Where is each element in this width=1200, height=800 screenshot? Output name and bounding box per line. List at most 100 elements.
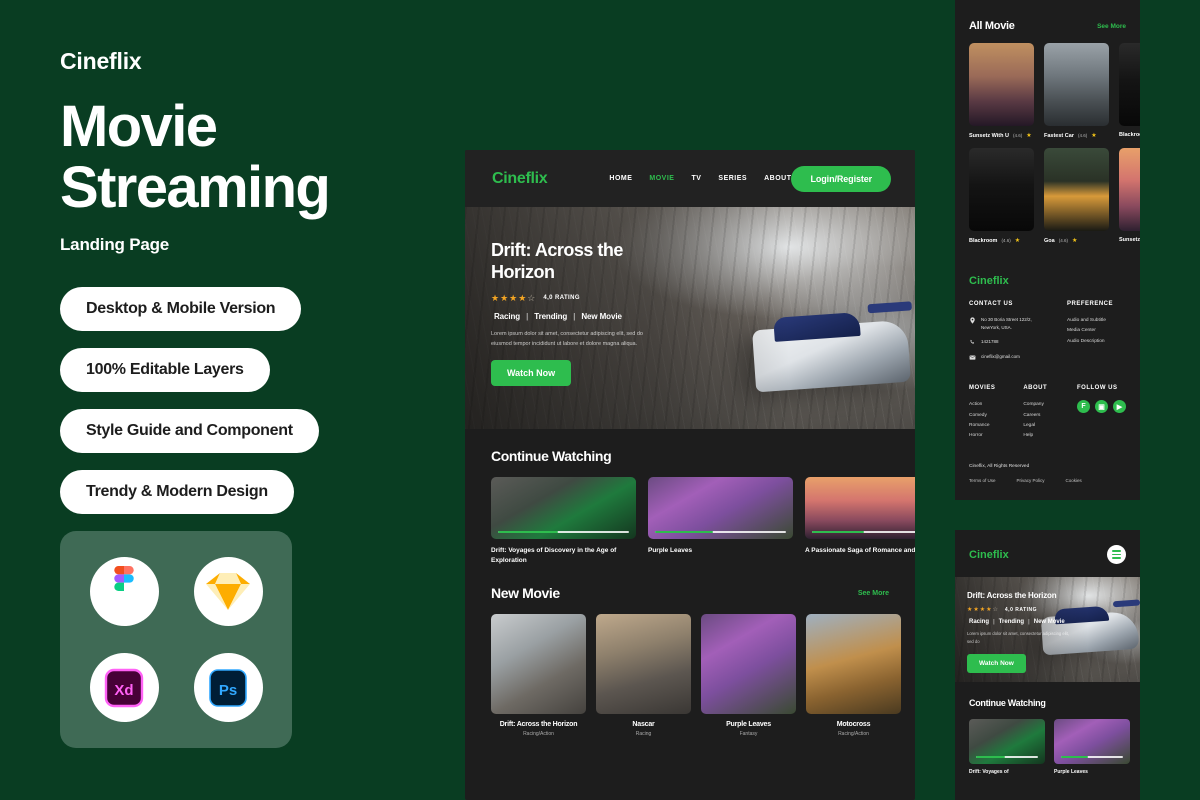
promo-brand: Cineflix — [60, 48, 142, 74]
facebook-icon[interactable]: F — [1077, 400, 1090, 414]
list-item[interactable]: Purple Leaves — [1054, 719, 1130, 777]
page-title: Movie Streaming — [60, 96, 460, 219]
progress-bar — [812, 531, 915, 533]
see-more-link[interactable]: See More — [858, 590, 889, 597]
mobile-logo[interactable]: Cineflix — [969, 549, 1009, 561]
new-movie-header: New Movie See More — [491, 585, 889, 601]
footer-link-columns: MOVIES Action Comedy Romance Horror ABOU… — [969, 385, 1126, 441]
movies-column: MOVIES Action Comedy Romance Horror — [969, 385, 995, 441]
watch-now-button[interactable]: Watch Now — [491, 360, 572, 387]
rating-value: 4,0 RATING — [1004, 606, 1038, 613]
about-column: ABOUT Company Careers Legal Help — [1023, 385, 1049, 441]
hero-description: Lorem ipsum dolor sit amet, consectetur … — [491, 330, 643, 348]
address-row: No 30 Boria Street 122/2, NewYork, USA. — [969, 316, 1041, 331]
list-item[interactable]: Fastest Car (4.6) ★ — [1044, 43, 1109, 139]
copyright-text: Cineflix, All Rights Reserved — [969, 463, 1030, 469]
about-heading: ABOUT — [1023, 385, 1048, 392]
nav-item-about[interactable]: ABOUT — [764, 175, 791, 182]
contact-column: CONTACT US No 30 Boria Street 122/2, New… — [969, 301, 1041, 368]
movies-link[interactable]: Romance — [969, 421, 995, 431]
preference-item[interactable]: Audio and Subtitle — [1067, 316, 1113, 326]
social-links: F ▣ ▶ — [1077, 400, 1126, 414]
phone-text: 1421788 — [981, 339, 999, 345]
mobile-hero-content: Drift: Across the Horizon ★★★★☆ 4,0 RATI… — [967, 591, 1130, 673]
list-item[interactable]: Blackroom (4.6) ★ — [969, 148, 1034, 244]
movie-thumbnail — [1119, 148, 1140, 231]
about-link[interactable]: Help — [1023, 431, 1049, 441]
footer-top-columns: CONTACT US No 30 Boria Street 122/2, New… — [969, 301, 1126, 368]
preference-item[interactable]: Media Center — [1067, 326, 1113, 336]
list-item[interactable]: Nascar Racing — [596, 614, 691, 737]
nav-item-movie[interactable]: MOVIE — [649, 175, 674, 182]
mobile-watch-now-button[interactable]: Watch Now — [967, 653, 1026, 673]
preference-item[interactable]: Audio Description — [1067, 337, 1113, 347]
list-item[interactable]: Drift: Voyages of Discovery in the Age o… — [491, 477, 636, 566]
privacy-link[interactable]: Privacy Policy — [1017, 478, 1045, 483]
continue-watching-section: Continue Watching Drift: Voyages of Disc… — [465, 429, 915, 566]
star-icon: ★ — [1091, 133, 1097, 139]
movie-thumbnail — [969, 719, 1045, 764]
list-item[interactable]: Sunsetz With U (4.6) ★ — [969, 43, 1034, 139]
rating-value: 4,0 RATING — [543, 295, 580, 302]
movie-thumbnail — [491, 614, 586, 715]
list-item[interactable]: Blackroom — [1119, 43, 1140, 139]
movie-title: Sunsetz With U — [969, 132, 1009, 139]
tag-new-movie: New Movie — [581, 311, 622, 321]
mobile-mockup: Cineflix Drift: Across the Horizon ★★★★☆… — [955, 530, 1140, 800]
mobile-continue-watching-list: Drift: Voyages of Purple Leaves — [969, 719, 1130, 777]
cookies-link[interactable]: Cookies — [1066, 478, 1082, 483]
all-movie-row: Blackroom (4.6) ★ Goa (4.6) ★ Sunsetz — [969, 148, 1140, 244]
tag-new-movie: New Movie — [1033, 619, 1065, 625]
movie-title: Motocross — [836, 721, 871, 729]
list-item[interactable]: Drift: Across the Horizon Racing/Action — [491, 614, 586, 737]
adobe-xd-icon: Xd — [89, 653, 159, 723]
instagram-icon[interactable]: ▣ — [1095, 400, 1108, 414]
star-rating-icon: ★★★★☆ — [491, 292, 537, 303]
list-item[interactable]: A Passionate Saga of Romance and Intrigu… — [805, 477, 915, 566]
tag-racing: Racing — [494, 311, 521, 321]
see-more-link[interactable]: See More — [1097, 23, 1126, 30]
nav-item-tv[interactable]: TV — [691, 175, 701, 182]
list-item[interactable]: Purple Leaves — [648, 477, 793, 566]
star-rating-icon: ★★★★☆ — [967, 607, 999, 613]
login-register-button[interactable]: Login/Register — [791, 165, 892, 192]
movie-title: Purple Leaves — [726, 721, 771, 729]
movie-title: Drift: Voyages of — [969, 769, 1009, 775]
list-item[interactable]: Motocross Racing/Action — [806, 614, 901, 737]
all-movie-section: All Movie See More Sunsetz With U (4.6) … — [955, 8, 1140, 244]
list-item[interactable]: Goa (4.6) ★ — [1044, 148, 1109, 244]
terms-link[interactable]: Terms of Use — [969, 478, 996, 483]
figma-icon — [89, 556, 159, 626]
feature-pill: 100% Editable Layers — [60, 347, 270, 392]
continue-watching-list: Drift: Voyages of Discovery in the Age o… — [491, 477, 915, 566]
hero-title: Drift: Across the Horizon — [491, 240, 775, 284]
list-item[interactable]: Sunsetz — [1119, 148, 1140, 244]
tag-trending: Trending — [534, 311, 568, 321]
about-link[interactable]: Company — [1023, 400, 1049, 410]
continue-watching-header: Continue Watching — [491, 448, 889, 464]
about-link[interactable]: Legal — [1023, 421, 1049, 431]
nav-item-home[interactable]: HOME — [609, 175, 632, 182]
about-link[interactable]: Careers — [1023, 411, 1049, 421]
footer-logo: Cineflix — [969, 275, 1009, 287]
feature-pill: Trendy & Modern Design — [60, 469, 294, 514]
movie-genre: Fantasy — [739, 731, 758, 738]
desktop-logo[interactable]: Cineflix — [492, 170, 548, 188]
section-title: New Movie — [491, 585, 560, 602]
envelope-icon — [969, 355, 976, 360]
mobile-hero-rating: ★★★★☆ 4,0 RATING — [967, 606, 1130, 614]
list-item[interactable]: Purple Leaves Fantasy — [701, 614, 796, 737]
movie-title: Blackroom — [1119, 132, 1140, 138]
movie-thumbnail — [1044, 43, 1109, 126]
list-item[interactable]: Drift: Voyages of — [969, 719, 1045, 777]
mobile-hero-description: Lorem ipsum dolor sit amet, consectetur … — [967, 631, 1069, 644]
hamburger-icon[interactable] — [1107, 545, 1126, 564]
youtube-icon[interactable]: ▶ — [1113, 400, 1126, 414]
movie-meta: Sunsetz — [1119, 237, 1140, 243]
movies-link[interactable]: Action — [969, 400, 995, 410]
feature-pill: Desktop & Mobile Version — [60, 286, 302, 331]
nav-item-series[interactable]: SERIES — [718, 175, 747, 182]
movie-rating: (4.6) — [1077, 133, 1088, 138]
movies-link[interactable]: Comedy — [969, 411, 995, 421]
movies-link[interactable]: Horror — [969, 431, 995, 441]
